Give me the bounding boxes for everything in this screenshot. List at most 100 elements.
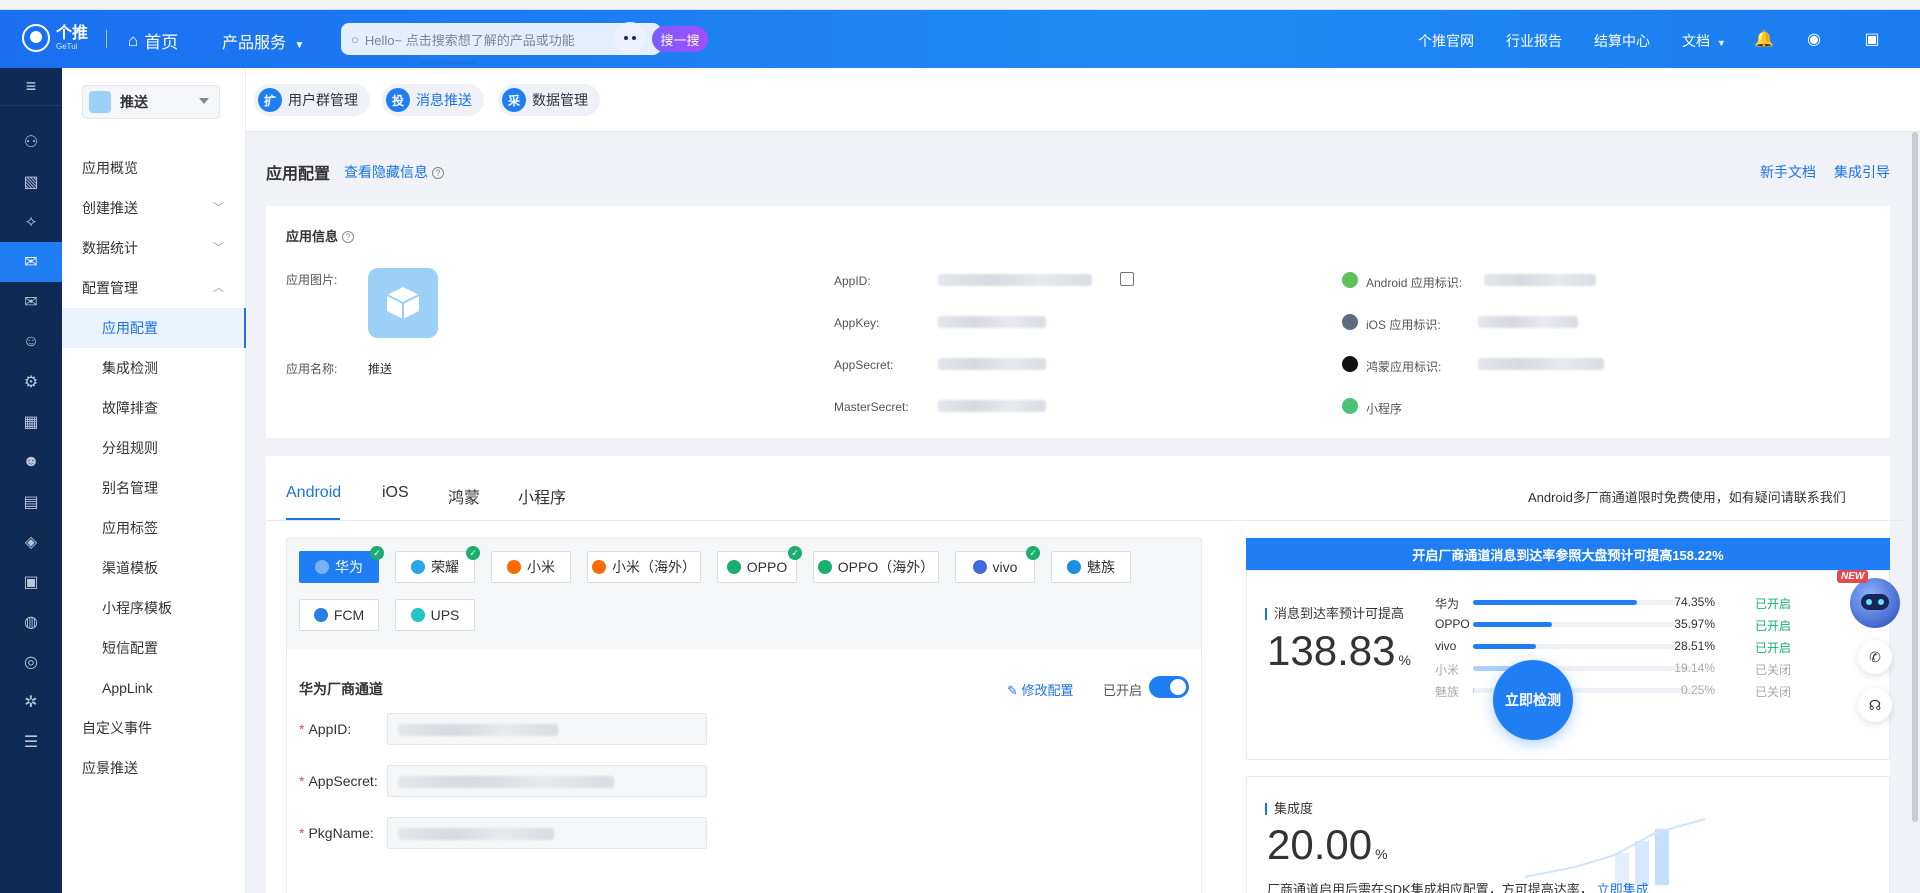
app-selector[interactable]: 推送 [82,85,220,119]
menu-app-config[interactable]: 应用配置 [62,308,246,348]
rail-globe-icon[interactable]: ◍ [0,602,62,642]
menu-config-management[interactable]: 配置管理 ︿ [62,268,246,308]
nav-link-docs[interactable]: 文档 ▼ [1682,31,1726,51]
field-appid-label: * AppID: [299,721,352,737]
headset-icon[interactable]: ☊ [1858,688,1892,722]
wechat-icon[interactable]: ✆ [1858,640,1892,674]
menu-scene-push[interactable]: 应景推送 [62,748,246,788]
menu-miniprogram-templates[interactable]: 小程序模板 [62,588,246,628]
app-image[interactable] [368,268,438,338]
side-menu: 应用概览 创建推送 ﹀ 数据统计 ﹀ 配置管理 ︿ 应用配置 集成检测 故障排查 分组… [62,148,246,788]
search-button[interactable]: 搜一搜 [652,26,708,52]
menu-alias[interactable]: 别名管理 [62,468,246,508]
menu-toggle-icon[interactable]: ≡ [0,68,62,106]
nav-home[interactable]: ⌂ 首页 [128,28,178,53]
vendor-oppo[interactable]: OPPO ✓ [717,546,802,583]
channel-enabled-toggle[interactable] [1149,676,1189,698]
menu-applink[interactable]: AppLink [62,668,246,708]
nav-products[interactable]: 产品服务 ▼ [222,29,304,53]
rail-search-icon[interactable]: ◎ [0,642,62,682]
integrate-now-link[interactable]: 立即集成 [1597,882,1649,893]
search-input[interactable]: ○ Hello~ 点击搜索想了解的产品或功能 [341,23,661,55]
assistant-bot-icon[interactable] [1850,578,1900,628]
vendor-oppo-global[interactable]: OPPO（海外） [813,551,939,583]
menu-data-stats[interactable]: 数据统计 ﹀ [62,228,246,268]
menu-troubleshoot[interactable]: 故障排查 [62,388,246,428]
vendor-vivo[interactable]: vivo ✓ [955,546,1040,583]
rail-team-icon[interactable]: ✲ [0,682,62,722]
menu-channel-templates[interactable]: 渠道模板 [62,548,246,588]
field-appid-input[interactable] [387,713,707,745]
tab-miniprogram[interactable]: 小程序 [518,484,566,508]
rail-chart-icon[interactable]: ▦ [0,402,62,442]
menu-group-rules[interactable]: 分组规则 [62,428,246,468]
field-label-text: AppID: [308,721,352,737]
vendor-rate-name: 小米 [1435,663,1460,677]
masked-value [398,724,558,736]
tab-user-groups[interactable]: 扩 用户群管理 [254,84,370,116]
rail-box-icon[interactable]: ◈ [0,522,62,562]
vendor-fcm[interactable]: FCM [299,599,379,631]
help-icon: ? [432,167,444,179]
vendor-honor[interactable]: 荣耀 ✓ [395,546,480,583]
nav-link-industry-report[interactable]: 行业报告 [1506,31,1562,51]
vendor-meizu[interactable]: 魅族 [1051,551,1131,583]
vendor-xiaomi-global[interactable]: 小米（海外） [587,551,701,583]
tab-data-management[interactable]: 采 数据管理 [498,84,600,116]
robot-icon[interactable] [614,22,646,54]
rail-image-icon[interactable]: ▧ [0,162,62,202]
rail-case-icon[interactable]: ▣ [0,562,62,602]
copy-icon[interactable] [1120,272,1134,286]
app-info-title-text: 应用信息 [286,229,339,244]
vendor-huawei[interactable]: 华为 ✓ [299,546,384,583]
nav-link-official-site[interactable]: 个推官网 [1418,31,1474,51]
beginner-docs-link[interactable]: 新手文档 [1760,162,1816,182]
rail-user-icon[interactable]: ☻ [0,442,62,482]
rail-users-icon[interactable]: ⚇ [0,122,62,162]
rail-settings-icon[interactable]: ⚙ [0,362,62,402]
nav-products-label: 产品服务 [222,35,287,52]
menu-custom-events[interactable]: 自定义事件 [62,708,246,748]
detect-now-button[interactable]: 立即检测 [1493,660,1573,740]
harmony-id-label: 鸿蒙应用标识: [1366,360,1442,374]
rail-bot-icon[interactable]: ☺ [0,322,62,362]
menu-create-push[interactable]: 创建推送 ﹀ [62,188,246,228]
page-title: 应用配置 [266,166,331,183]
user-icon[interactable]: ◉ [1804,29,1824,49]
edit-config-link[interactable]: ✎ 修改配置 [1007,680,1074,699]
field-pkgname-input[interactable] [387,817,707,849]
vendor-rate-row: vivo 28.51% 已开启 [1435,639,1855,655]
rail-share-icon[interactable]: ⟡ [0,202,62,242]
vendor-xiaomi[interactable]: 小米 [491,551,571,583]
tab-message-push[interactable]: 投 消息推送 [382,84,484,116]
tab-ios[interactable]: iOS [382,484,409,502]
appsecret-value-masked [938,358,1046,370]
rail-mail-icon[interactable]: ✉ [0,282,62,322]
gift-icon[interactable]: ▣ [1862,29,1882,49]
integration-guide-link[interactable]: 集成引导 [1834,162,1890,182]
vendor-ups[interactable]: UPS [395,599,475,631]
app-info-card: 应用信息? 应用图片: 应用名称: 推送 AppID: AppKey: AppS… [266,206,1890,438]
logo[interactable]: 个推 GeTui [22,24,88,52]
vendor-rate-status: 已开启 [1755,641,1792,655]
vendor-rate-row: OPPO 35.97% 已开启 [1435,617,1855,633]
rail-print-icon[interactable]: ▤ [0,482,62,522]
nav-link-billing[interactable]: 结算中心 [1594,31,1650,51]
menu-integration-check[interactable]: 集成检测 [62,348,246,388]
field-appsecret-input[interactable] [387,765,707,797]
rail-server-icon[interactable]: ☰ [0,722,62,762]
channel-notice[interactable]: Android多厂商通道限时免费使用，如有疑问请联系我们 [1528,487,1846,506]
tab-android[interactable]: Android [286,484,341,502]
tab-harmony[interactable]: 鸿蒙 [448,484,480,508]
reach-rate-number: 138.83 [1267,627,1396,674]
menu-app-overview[interactable]: 应用概览 [62,148,246,188]
vendor-label: 荣耀 [431,559,459,575]
page-scrollbar[interactable] [1912,132,1918,822]
rail-push-icon[interactable]: ✉ [0,242,62,282]
bell-icon[interactable]: 🔔 [1754,29,1774,49]
edit-config-label: 修改配置 [1021,683,1074,698]
menu-app-tags[interactable]: 应用标签 [62,508,246,548]
tab-icon: 投 [386,88,410,112]
menu-sms-config[interactable]: 短信配置 [62,628,246,668]
hidden-info-link[interactable]: 查看隐藏信息? [344,162,444,182]
